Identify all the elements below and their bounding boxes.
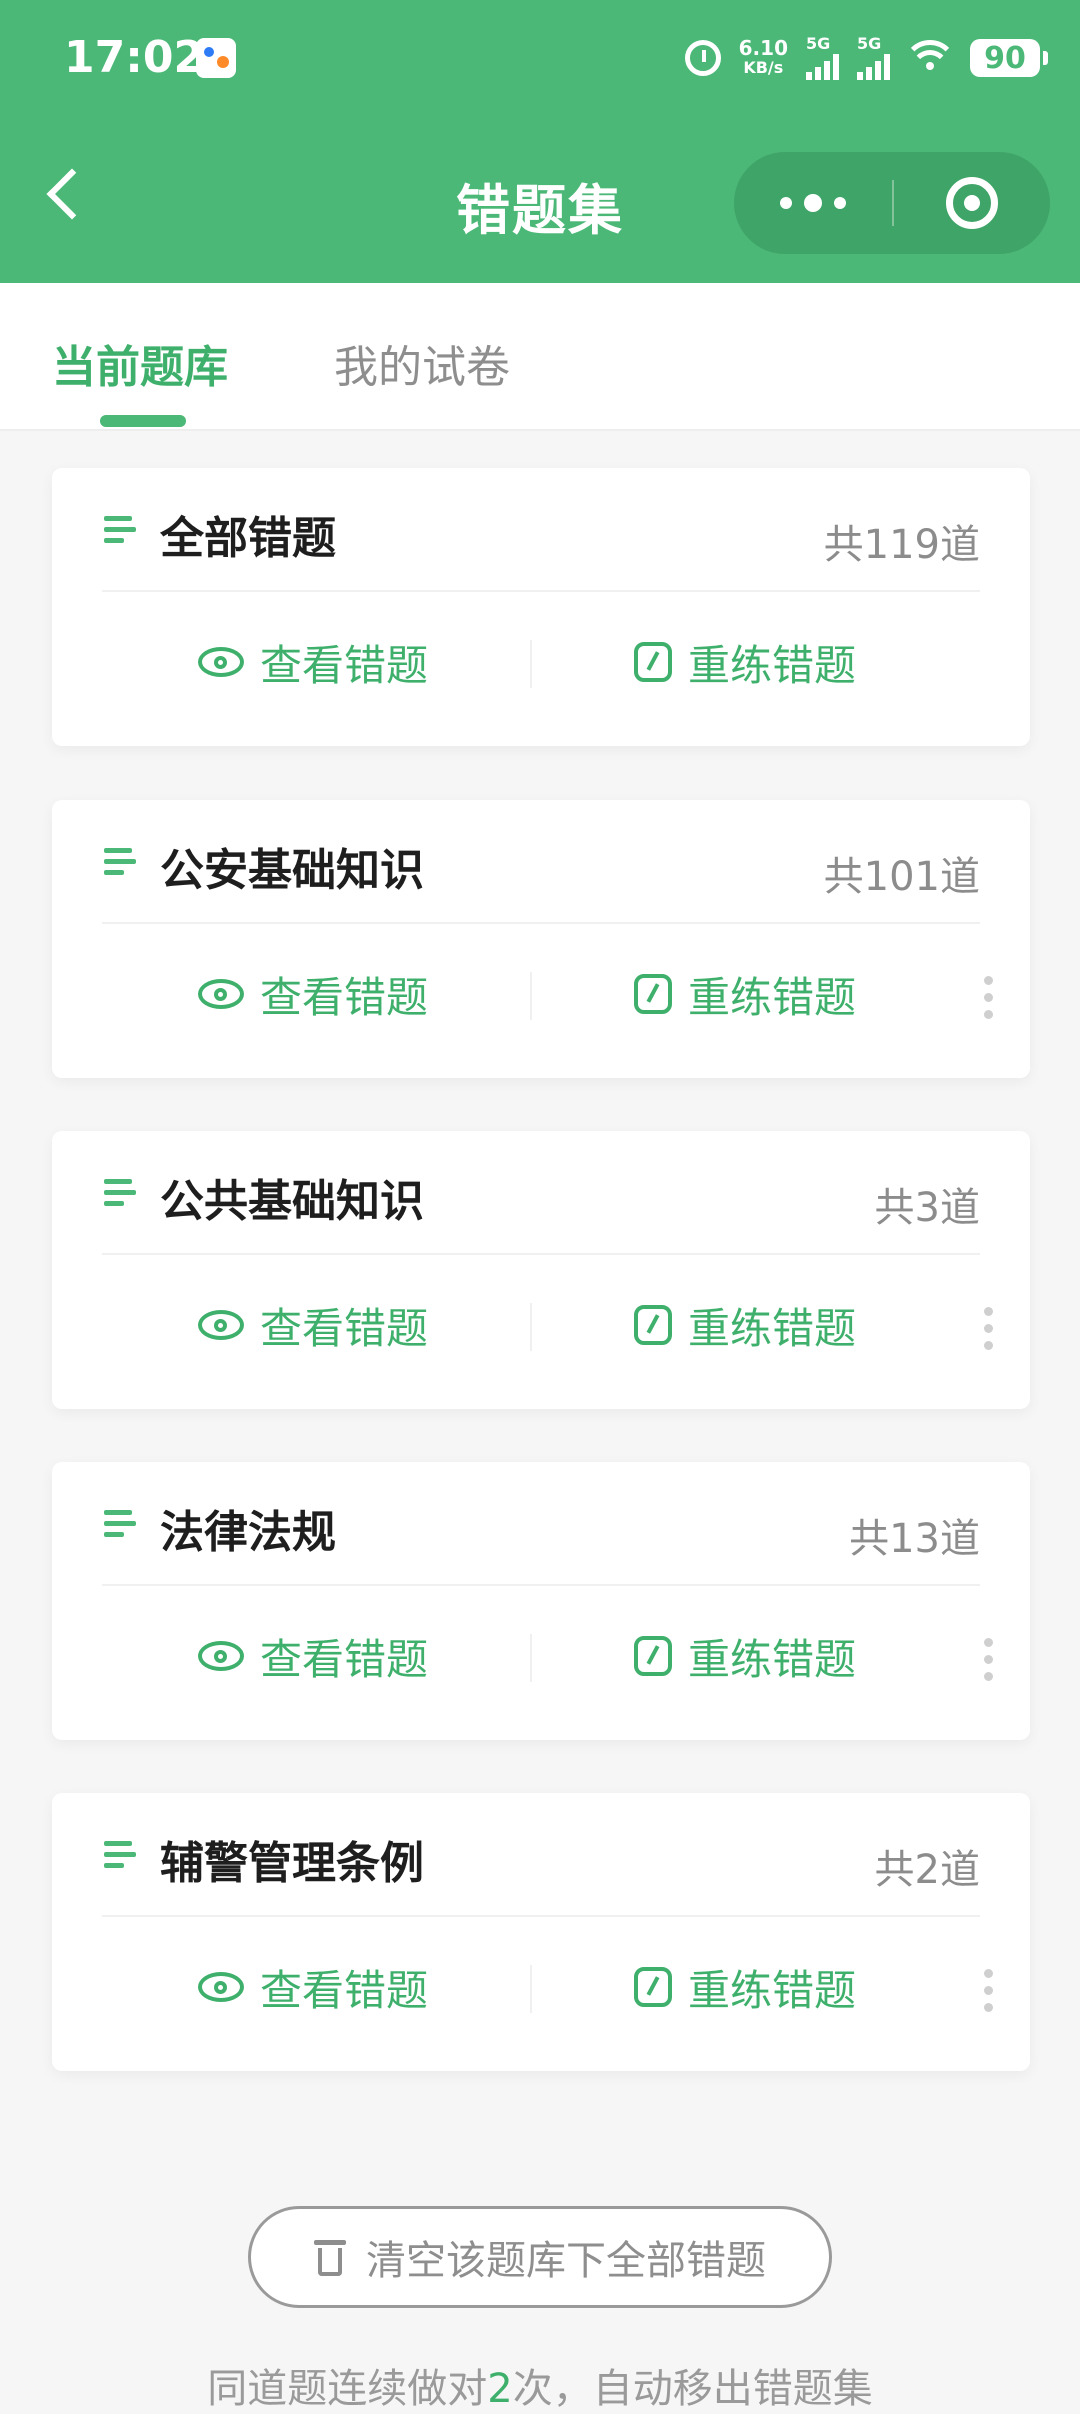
list-icon <box>104 1841 136 1871</box>
app-header: 17:02 6.10 KB/s 5G 5G 90 错题集 <box>0 0 1080 283</box>
list-icon <box>104 848 136 878</box>
card-count: 共2道 <box>874 1847 980 1893</box>
more-dot-icon <box>834 197 846 209</box>
close-miniprogram-button[interactable] <box>894 152 1050 254</box>
eye-icon <box>198 647 244 677</box>
auto-remove-hint: 同道题连续做对2次，自动移出错题集 <box>0 2356 1080 2414</box>
wrong-set-card: 公共基础知识 共3道 查看错题 重练错题 <box>52 1131 1030 1409</box>
eye-icon <box>198 1972 244 2002</box>
wrong-set-card: 全部错题 共119道 查看错题 重练错题 <box>52 468 1030 746</box>
redo-wrong-label: 重练错题 <box>688 1303 857 1353</box>
battery-icon: 90 <box>970 39 1048 77</box>
network-speed: 6.10 KB/s <box>739 38 788 78</box>
hint-number: 2 <box>487 2366 513 2412</box>
eye-icon <box>198 1310 244 1340</box>
more-vertical-icon[interactable] <box>984 1969 994 2013</box>
card-title: 法律法规 <box>160 1507 336 1558</box>
view-wrong-button[interactable]: 查看错题 <box>198 1955 428 2019</box>
card-count: 共101道 <box>823 854 980 900</box>
target-close-icon <box>946 177 998 229</box>
action-divider <box>530 972 532 1020</box>
view-wrong-button[interactable]: 查看错题 <box>198 1293 428 1357</box>
redo-wrong-label: 重练错题 <box>688 1965 857 2015</box>
clear-all-wrong-button[interactable]: 清空该题库下全部错题 <box>248 2206 832 2308</box>
redo-wrong-button[interactable]: 重练错题 <box>634 630 856 694</box>
status-time: 17:02 <box>64 32 205 83</box>
network-speed-value: 6.10 <box>738 36 788 60</box>
card-title: 辅警管理条例 <box>160 1838 424 1889</box>
list-icon <box>104 1510 136 1540</box>
redo-wrong-button[interactable]: 重练错题 <box>634 1955 856 2019</box>
card-divider <box>102 922 980 924</box>
more-button[interactable] <box>734 152 892 254</box>
view-wrong-label: 查看错题 <box>260 640 429 690</box>
redo-wrong-button[interactable]: 重练错题 <box>634 962 856 1026</box>
more-vertical-icon[interactable] <box>984 1638 994 1682</box>
status-icons: 6.10 KB/s 5G 5G 90 <box>684 28 1048 88</box>
eye-icon <box>198 979 244 1009</box>
wrong-set-card: 辅警管理条例 共2道 查看错题 重练错题 <box>52 1793 1030 2071</box>
card-title: 全部错题 <box>160 513 336 564</box>
more-vertical-icon[interactable] <box>984 976 994 1020</box>
tab-current-bank[interactable]: 当前题库 <box>52 331 228 395</box>
card-count: 共3道 <box>874 1185 980 1231</box>
app-notification-icon <box>196 38 236 78</box>
card-divider <box>102 1915 980 1917</box>
view-wrong-button[interactable]: 查看错题 <box>198 630 428 694</box>
redo-wrong-button[interactable]: 重练错题 <box>634 1624 856 1688</box>
card-divider <box>102 1253 980 1255</box>
more-vertical-icon[interactable] <box>984 1307 994 1351</box>
view-wrong-label: 查看错题 <box>260 1965 429 2015</box>
wrong-set-card: 法律法规 共13道 查看错题 重练错题 <box>52 1462 1030 1740</box>
eye-icon <box>198 1641 244 1671</box>
more-dot-icon <box>804 194 822 212</box>
action-divider <box>530 640 532 688</box>
clear-all-wrong-label: 清空该题库下全部错题 <box>366 2238 766 2284</box>
card-title: 公共基础知识 <box>160 1176 424 1227</box>
list-icon <box>104 1179 136 1209</box>
action-divider <box>530 1965 532 2013</box>
redo-wrong-button[interactable]: 重练错题 <box>634 1293 856 1357</box>
trash-icon <box>314 2238 346 2276</box>
status-bar: 17:02 6.10 KB/s 5G 5G 90 <box>0 0 1080 118</box>
card-count: 共119道 <box>823 522 980 568</box>
hint-prefix: 同道题连续做对 <box>207 2366 488 2412</box>
list-icon <box>104 516 136 546</box>
action-divider <box>530 1303 532 1351</box>
card-title: 公安基础知识 <box>160 845 424 896</box>
hint-suffix: 次，自动移出错题集 <box>512 2366 873 2412</box>
network-speed-unit: KB/s <box>743 58 784 77</box>
tab-active-indicator <box>100 415 186 427</box>
sim2-label: 5G <box>857 34 882 53</box>
alarm-icon <box>684 40 721 76</box>
card-count: 共13道 <box>849 1516 980 1562</box>
edit-icon <box>634 1305 672 1345</box>
action-divider <box>530 1634 532 1682</box>
signal-icon-sim2: 5G <box>857 36 890 80</box>
edit-icon <box>634 974 672 1014</box>
edit-icon <box>634 1636 672 1676</box>
redo-wrong-label: 重练错题 <box>688 972 857 1022</box>
view-wrong-label: 查看错题 <box>260 1634 429 1684</box>
miniprogram-capsule <box>734 152 1050 254</box>
signal-icon-sim1: 5G <box>806 36 839 80</box>
tab-my-papers[interactable]: 我的试卷 <box>334 331 510 395</box>
wrong-set-card: 公安基础知识 共101道 查看错题 重练错题 <box>52 800 1030 1078</box>
view-wrong-button[interactable]: 查看错题 <box>198 1624 428 1688</box>
edit-icon <box>634 642 672 682</box>
view-wrong-button[interactable]: 查看错题 <box>198 962 428 1026</box>
redo-wrong-label: 重练错题 <box>688 640 857 690</box>
more-dot-icon <box>780 197 792 209</box>
view-wrong-label: 查看错题 <box>260 972 429 1022</box>
card-divider <box>102 590 980 592</box>
sim1-label: 5G <box>806 34 831 53</box>
tab-bar: 当前题库 我的试卷 <box>0 283 1080 431</box>
wifi-icon <box>903 40 957 76</box>
view-wrong-label: 查看错题 <box>260 1303 429 1353</box>
card-divider <box>102 1584 980 1586</box>
redo-wrong-label: 重练错题 <box>688 1634 857 1684</box>
edit-icon <box>634 1967 672 2007</box>
